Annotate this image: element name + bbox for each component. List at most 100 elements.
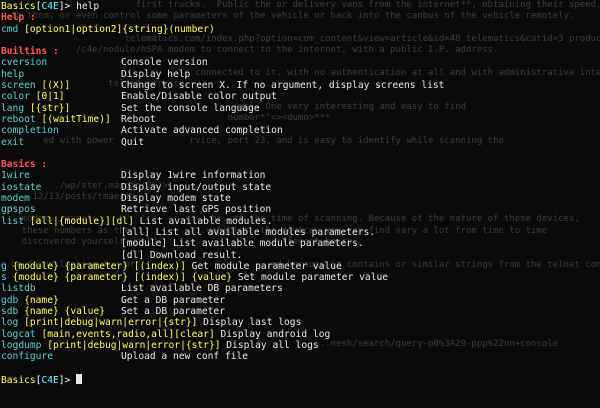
command-description: Retrieve last GPS position [121, 204, 272, 216]
command-name: logcat [1, 328, 36, 340]
command-args: [0|1] [35, 91, 65, 103]
section-basics: Basics : [1, 159, 48, 171]
command-row: list [all|{module}][dl] List available m… [1, 216, 600, 227]
command-row: [all] List all available modules paramet… [1, 227, 600, 238]
command-name: logdump [1, 339, 42, 351]
basics-list: 1wire Display 1wire information iostate Dis… [1, 170, 600, 362]
command-row: cversion Console version [1, 57, 600, 68]
command-description: Console version [121, 57, 208, 69]
command-name: iostate [1, 181, 42, 193]
command-description: [dl] Download result. [121, 249, 243, 261]
command-description: [all] List all available modules paramet… [121, 226, 376, 238]
command-name: listdb [1, 283, 36, 295]
command-row: modem Display modem state [1, 193, 600, 204]
command-name: screen [1, 80, 36, 92]
command-row: listdb List available DB parameters [1, 283, 600, 294]
command-row: iostate Display input/output state [1, 182, 600, 193]
command-description: Display help [121, 68, 191, 80]
command-description: Display input/output state [121, 181, 272, 193]
command-description: Display all logs [226, 339, 319, 351]
command-name: cversion [1, 57, 48, 69]
command-row: screen [(X)] Change to screen X. If no ar… [1, 80, 600, 91]
command-args: {name} [24, 294, 59, 306]
terminal-window[interactable]: first trucks. Public the or delivery van… [0, 0, 600, 408]
command-description: Display android log [220, 328, 331, 340]
command-description: Get a DB parameter [121, 294, 225, 306]
command-row: gdb {name} Get a DB parameter [1, 295, 600, 306]
command-row: s {module} {parameter} [(index)] {value}… [1, 272, 600, 283]
command-description: Set the console language [121, 102, 260, 114]
command-description: Enable/Disable color output [121, 91, 277, 103]
command-description: Activate advanced completion [121, 125, 283, 137]
command-row: logdump [print|debug|warn|error|{str}] D… [1, 340, 600, 351]
command-description: Display last logs [203, 317, 302, 329]
text-cursor[interactable] [76, 373, 83, 384]
command-args: [(X)] [41, 80, 71, 92]
builtins-list: cversion Console version help Display help s… [1, 57, 600, 147]
command-description: Display 1wire information [121, 170, 266, 182]
command-name: configure [1, 351, 53, 363]
command-description: Set a DB parameter [121, 306, 225, 318]
command-args: [{str}] [29, 102, 71, 114]
command-name: gdb [1, 294, 19, 306]
command-row: help Display help [1, 69, 600, 80]
command-name: list [1, 215, 25, 227]
command-name: s [1, 272, 7, 284]
command-row: lang [{str}] Set the console language [1, 103, 600, 114]
command-args: {module} {parameter} [(index)] [12, 260, 186, 272]
command-row: [module] List available module parameter… [1, 238, 600, 249]
prompt-line-active[interactable]: Basics[C4E]> [1, 373, 600, 386]
section-help: Help : [1, 12, 36, 24]
command-args: [print|debug|warn|error|{str}] [47, 339, 221, 351]
command-name: sdb [1, 306, 19, 318]
command-row: gpspos Retrieve last GPS position [1, 204, 600, 215]
command-row: color [0|1] Enable/Disable color output [1, 91, 600, 102]
command-row: [dl] Download result. [1, 250, 600, 261]
command-description: List available DB parameters [121, 283, 283, 295]
command-args: {name} {value} [24, 306, 105, 318]
command-args: {module} {parameter} [(index)] {value} [12, 272, 233, 284]
command-description: Quit [121, 136, 145, 148]
command-description: Set module parameter value [237, 272, 389, 284]
command-name: gpspos [1, 204, 36, 216]
command-row: reboot [(waitTime)] Reboot [1, 114, 600, 125]
command-name: lang [1, 102, 25, 114]
command-name: color [1, 91, 30, 103]
command-args: [print|debug|warn|error|{str}] [24, 317, 198, 329]
command-description: Get module parameter value [191, 260, 342, 272]
command-name: reboot [1, 113, 36, 125]
command-name: completion [1, 125, 59, 137]
command-description: Change to screen X. If no argument, disp… [121, 80, 445, 92]
command-description: List available modules. [139, 215, 273, 227]
command-row: configure Upload a new conf file [1, 351, 600, 362]
entered-command: help [76, 1, 100, 12]
command-args: [(waitTime)] [41, 113, 111, 125]
command-description: Reboot [121, 113, 156, 125]
command-description: [module] List available module parameter… [121, 238, 364, 250]
command-row: g {module} {parameter} [(index)] Get mod… [1, 261, 600, 272]
command-name: exit [1, 136, 25, 148]
command-args: [main,events,radio,all][clear] [41, 328, 215, 340]
command-row: exit Quit [1, 137, 600, 148]
command-description: Upload a new conf file [121, 351, 249, 363]
command-row: logcat [main,events,radio,all][clear] Di… [1, 329, 600, 340]
command-name: help [1, 68, 25, 80]
prompt-name: Basics [1, 1, 36, 12]
help-syntax-line: cmd [option1|option2]{string}(number) [1, 23, 215, 35]
command-name: modem [1, 193, 30, 205]
prompt-host: C4E [41, 1, 59, 12]
command-name: g [1, 260, 7, 272]
prompt-line: Basics[C4E]> help [1, 1, 100, 12]
command-name: 1wire [1, 170, 30, 182]
command-args: [all|{module}][dl] [29, 215, 134, 227]
command-row: log [print|debug|warn|error|{str}] Displ… [1, 317, 600, 328]
command-row: 1wire Display 1wire information [1, 170, 600, 181]
command-row: completion Activate advanced completion [1, 125, 600, 136]
command-description: Display modem state [121, 193, 231, 205]
section-builtins: Builtins : [1, 46, 59, 58]
command-row: sdb {name} {value} Set a DB parameter [1, 306, 600, 317]
command-name: log [1, 317, 19, 329]
